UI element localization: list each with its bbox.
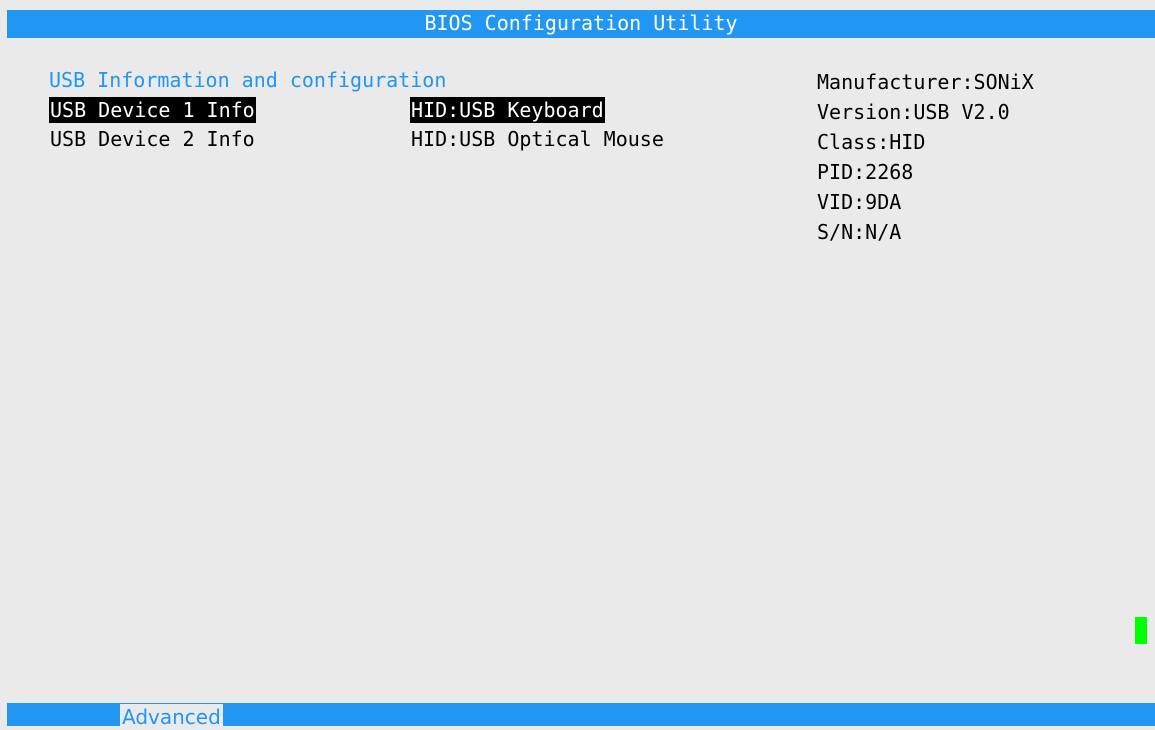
info-manufacturer: Manufacturer:SONiX bbox=[817, 70, 1034, 94]
info-class: Class:HID bbox=[817, 130, 926, 154]
tab-advanced[interactable]: Advanced bbox=[120, 704, 223, 729]
info-version: Version:USB V2.0 bbox=[817, 100, 1010, 124]
title-bar: BIOS Configuration Utility bbox=[7, 10, 1155, 38]
device-2-info-item[interactable]: USB Device 2 Info bbox=[49, 126, 256, 152]
info-vid: VID:9DA bbox=[817, 190, 902, 214]
device-1-info-item[interactable]: USB Device 1 Info bbox=[49, 97, 256, 123]
device-1-hid: HID:USB Keyboard bbox=[410, 97, 605, 123]
section-title: USB Information and configuration bbox=[49, 68, 447, 92]
text-cursor bbox=[1135, 617, 1147, 644]
window-title: BIOS Configuration Utility bbox=[424, 11, 738, 35]
info-serial: S/N:N/A bbox=[817, 220, 902, 244]
device-2-hid: HID:USB Optical Mouse bbox=[411, 127, 664, 151]
device-info-panel: Manufacturer:SONiX Version:USB V2.0 Clas… bbox=[817, 67, 1034, 247]
bottom-tab-bar: Advanced bbox=[7, 703, 1155, 729]
info-pid: PID:2268 bbox=[817, 160, 914, 184]
